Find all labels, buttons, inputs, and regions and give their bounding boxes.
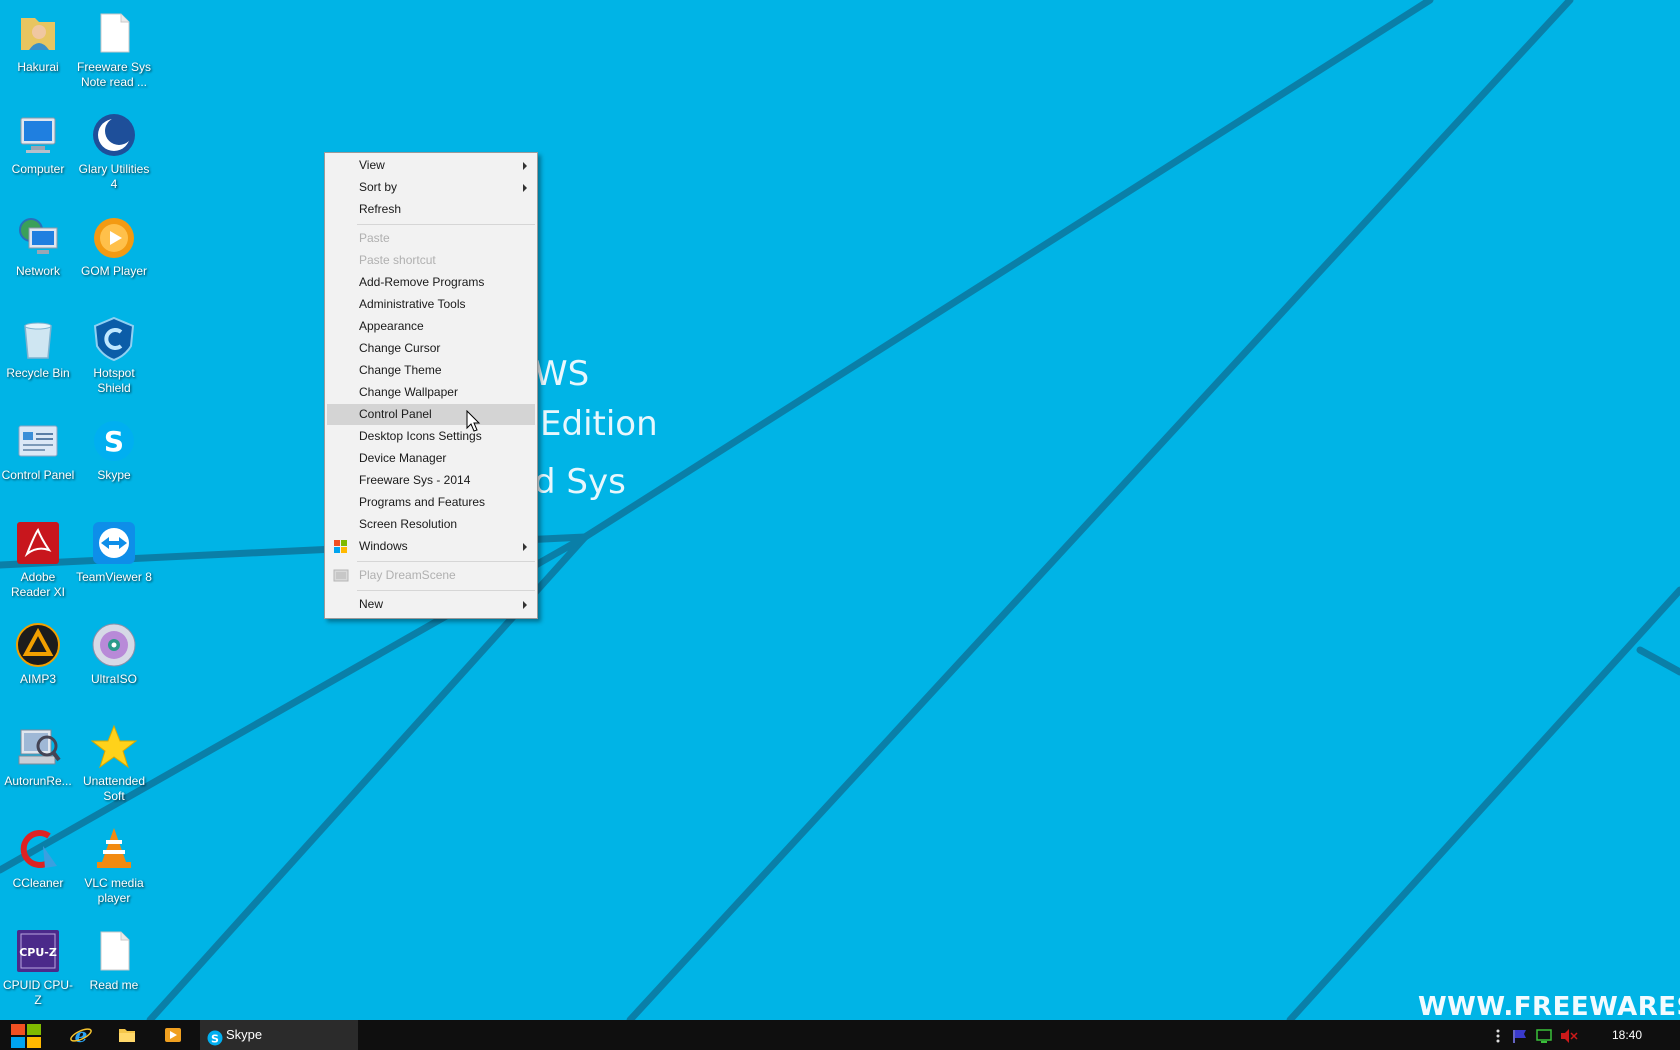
ccleaner-icon [15,826,61,872]
menu-item-change-wallpaper[interactable]: Change Wallpaper [327,382,535,403]
computer-icon [15,112,61,158]
desktop-icon-skype[interactable]: S Skype [76,410,152,483]
menu-item-refresh[interactable]: Refresh [327,199,535,220]
desktop-icon-read-me[interactable]: Read me [76,920,152,993]
desktop-icon-hotspot-shield[interactable]: Hotspot Shield [76,308,152,396]
svg-text:S: S [104,425,124,458]
menu-item-administrative-tools[interactable]: Administrative Tools [327,294,535,315]
teamviewer-icon [91,520,137,566]
volume-muted-icon[interactable] [1560,1028,1578,1049]
menu-item-change-theme[interactable]: Change Theme [327,360,535,381]
desktop-icon-autorun[interactable]: AutorunRe... [0,716,76,789]
taskbar-window-skype[interactable]: S Skype [200,1020,358,1050]
desktop-icon-gom-player[interactable]: GOM Player [76,206,152,279]
desktop-icon-unattended-soft[interactable]: Unattended Soft [76,716,152,804]
desktop-icon-control-panel[interactable]: Control Panel [0,410,76,483]
menu-separator [357,590,535,591]
media-player-icon [158,1028,188,1050]
desktop-icon-teamviewer[interactable]: TeamViewer 8 [76,512,152,585]
gom-player-icon [91,214,137,260]
file-explorer-icon [112,1029,142,1050]
submenu-arrow-icon [523,601,527,609]
desktop[interactable]: WS Edition d Sys WWW.FREEWARESY Hakurai … [0,0,1680,1020]
internet-explorer-icon: e [66,1023,96,1050]
adobe-reader-icon [15,520,61,566]
text-document-icon [91,10,137,56]
mouse-cursor-icon [466,409,482,434]
svg-text:e: e [75,1023,88,1047]
menu-item-windows[interactable]: Windows [327,536,535,557]
submenu-arrow-icon [523,162,527,170]
star-icon [90,724,138,770]
autorun-icon [15,724,61,770]
control-panel-icon [15,418,61,464]
desktop-icon-freeware-note[interactable]: Freeware Sys Note read ... [76,2,152,90]
recycle-bin-icon [15,316,61,362]
aimp-icon [15,622,61,668]
desktop-icon-recycle-bin[interactable]: Recycle Bin [0,308,76,381]
menu-item-appearance[interactable]: Appearance [327,316,535,337]
menu-item-screen-resolution[interactable]: Screen Resolution [327,514,535,535]
taskbar-window-label: Skype [226,1027,263,1042]
desktop-icon-adobe-reader[interactable]: Adobe Reader XI [0,512,76,600]
desktop-icon-aimp3[interactable]: AIMP3 [0,614,76,687]
start-button[interactable] [8,1022,44,1050]
desktop-icon-glary-utilities[interactable]: Glary Utilities 4 [76,104,152,192]
vlc-cone-icon [91,826,137,872]
menu-item-play-dreamscene: Play DreamScene [327,565,535,586]
desktop-icon-cpuz[interactable]: CPU-Z CPUID CPU-Z [0,920,76,1008]
menu-item-control-panel[interactable]: Control Panel [327,404,535,425]
desktop-icon-ccleaner[interactable]: CCleaner [0,818,76,891]
menu-item-add-remove-programs[interactable]: Add-Remove Programs [327,272,535,293]
desktop-context-menu: View Sort by Refresh Paste Paste shortcu… [324,152,538,619]
action-center-flag-icon[interactable] [1512,1028,1528,1049]
menu-item-sort-by[interactable]: Sort by [327,177,535,198]
network-icon [15,214,61,260]
user-folder-icon [15,10,61,56]
text-document-icon [91,928,137,974]
hotspot-shield-icon [91,316,137,362]
desktop-icon-vlc[interactable]: VLC media player [76,818,152,906]
menu-item-programs-and-features[interactable]: Programs and Features [327,492,535,513]
menu-item-change-cursor[interactable]: Change Cursor [327,338,535,359]
taskbar-file-explorer[interactable] [112,1020,142,1050]
menu-item-view[interactable]: View [327,155,535,176]
desktop-icon-network[interactable]: Network [0,206,76,279]
glary-utilities-icon [91,112,137,158]
ultraiso-disc-icon [91,622,137,668]
menu-item-device-manager[interactable]: Device Manager [327,448,535,469]
windows-start-icon [8,1024,44,1050]
taskbar-clock[interactable]: 18:40 [1612,1020,1642,1050]
wallpaper-text-1: WS [534,354,590,394]
desktop-icon-ultraiso[interactable]: UltraISO [76,614,152,687]
skype-icon: S [207,1027,223,1050]
watermark-text: WWW.FREEWARESY [1418,992,1680,1020]
menu-item-new[interactable]: New [327,594,535,615]
menu-item-desktop-icons-settings[interactable]: Desktop Icons Settings [327,426,535,447]
menu-separator [357,561,535,562]
dreamscene-icon [333,568,349,583]
menu-separator [357,224,535,225]
wallpaper-text-2: Edition [540,404,658,444]
wallpaper-lines [0,0,1680,1020]
skype-icon: S [91,418,137,464]
menu-item-paste: Paste [359,231,390,245]
svg-text:S: S [211,1033,219,1046]
windows-flag-icon [333,539,349,554]
desktop-icon-hakurai[interactable]: Hakurai [0,2,76,75]
taskbar-media-player[interactable] [158,1020,188,1050]
network-monitor-icon[interactable] [1536,1028,1552,1049]
wallpaper-text-3: d Sys [534,462,626,502]
desktop-icon-computer[interactable]: Computer [0,104,76,177]
cpuz-icon: CPU-Z [15,928,61,974]
submenu-arrow-icon [523,543,527,551]
submenu-arrow-icon [523,184,527,192]
taskbar-internet-explorer[interactable]: e [66,1020,96,1050]
taskbar: e S Skype 18:40 [0,1020,1680,1050]
menu-item-paste-shortcut: Paste shortcut [359,253,436,267]
svg-text:CPU-Z: CPU-Z [19,946,57,959]
menu-item-freeware-sys[interactable]: Freeware Sys - 2014 [327,470,535,491]
overflow-dots-icon[interactable] [1495,1028,1501,1049]
